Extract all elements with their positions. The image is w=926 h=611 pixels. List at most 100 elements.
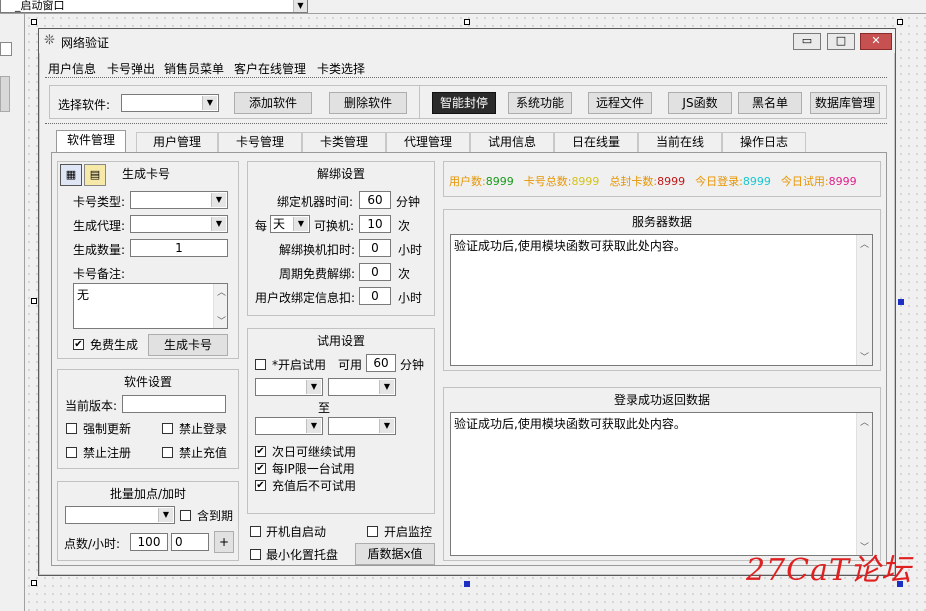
monitor-checkbox[interactable] (367, 526, 378, 537)
login-data-scrollbar[interactable]: ︿ ﹀ (856, 413, 872, 555)
card-print-icon[interactable]: ▤ (84, 164, 106, 186)
bind-time-label: 绑定机器时间: (277, 195, 354, 209)
autostart-checkbox[interactable] (250, 526, 261, 537)
trial-minutes-input[interactable]: 60 (366, 354, 396, 372)
stat-item: 卡号总数:8999 (524, 175, 600, 188)
shield-data-button[interactable]: 盾数据x值 (355, 543, 435, 565)
menu-card-type[interactable]: 卡类选择 (317, 60, 365, 77)
tab-software-manage[interactable]: 软件管理 (56, 130, 126, 154)
js-function-button[interactable]: JS函数 (668, 92, 732, 114)
enable-trial-checkbox[interactable] (255, 359, 266, 370)
free-generate-checkbox[interactable]: ✔ (73, 339, 84, 350)
deduct-label: 解绑换机扣时: (279, 243, 356, 257)
batch-add-title: 批量加点/加时 (109, 487, 187, 501)
trial-start-date-select[interactable]: ▼ (255, 378, 323, 396)
trial-end-time-select[interactable]: ▼ (328, 417, 396, 435)
tab-user-manage[interactable]: 用户管理 (136, 132, 218, 152)
deduct-input[interactable]: 0 (359, 239, 391, 257)
trial-start-time-select[interactable]: ▼ (328, 378, 396, 396)
note-scrollbar[interactable]: ︿ ﹀ (213, 284, 227, 328)
agent-select[interactable]: ▼ (130, 215, 228, 233)
tab-bar: 软件管理 用户管理 卡号管理 卡类管理 代理管理 试用信息 日在线量 当前在线 … (56, 130, 888, 154)
selection-handle-active[interactable] (898, 299, 904, 305)
delete-software-button[interactable]: 删除软件 (329, 92, 407, 114)
bind-time-input[interactable]: 60 (359, 191, 391, 209)
server-data-scrollbar[interactable]: ︿ ﹀ (856, 235, 872, 365)
ide-left-scrollbar[interactable] (0, 76, 10, 112)
menu-user-info[interactable]: 用户信息 (48, 60, 96, 77)
stat-label: 今日登录: (695, 175, 743, 188)
tab-agent-manage[interactable]: 代理管理 (386, 132, 470, 152)
generate-card-button[interactable]: 生成卡号 (148, 334, 228, 356)
trial-end-date-select[interactable]: ▼ (255, 417, 323, 435)
stat-item: 今日试用:8999 (781, 175, 857, 188)
batch-add-group: 批量加点/加时 ▼ 含到期 点数/小时: 100 0 + (57, 481, 239, 561)
stat-label: 用户数: (449, 175, 486, 188)
tab-operation-log[interactable]: 操作日志 (722, 132, 806, 152)
software-settings-title: 软件设置 (123, 375, 172, 389)
selection-handle[interactable] (31, 19, 37, 25)
add-software-button[interactable]: 添加软件 (234, 92, 312, 114)
to-label: 至 (317, 401, 330, 415)
selection-handle[interactable] (464, 19, 470, 25)
disable-recharge-checkbox[interactable] (162, 447, 173, 458)
points-value-2[interactable]: 0 (171, 533, 209, 551)
include-expired-checkbox[interactable] (180, 510, 191, 521)
next-day-checkbox[interactable]: ✔ (255, 446, 266, 457)
tab-trial-info[interactable]: 试用信息 (470, 132, 554, 152)
ide-window-selector-value: _启动窗口 (15, 0, 65, 12)
tray-checkbox[interactable] (250, 549, 261, 560)
period-select[interactable]: 天 ▼ (270, 215, 310, 233)
selection-handle[interactable] (31, 580, 37, 586)
card-type-label: 卡号类型: (73, 195, 126, 209)
maximize-button[interactable]: □ (827, 33, 855, 50)
selection-handle-active[interactable] (464, 581, 470, 587)
ide-left-combo[interactable] (0, 42, 12, 56)
chevron-down-icon: ▼ (211, 193, 226, 207)
disable-register-checkbox[interactable] (66, 447, 77, 458)
switch-input[interactable]: 10 (359, 215, 391, 233)
enable-trial-label: *开启试用 (272, 358, 327, 372)
count-input[interactable]: 1 (130, 239, 228, 257)
menu-card-popup[interactable]: 卡号弹出 (107, 60, 155, 77)
tab-current-online[interactable]: 当前在线 (638, 132, 722, 152)
server-data-textarea[interactable]: 验证成功后,使用模块函数可获取此处内容。 ︿ ﹀ (450, 234, 873, 366)
disable-login-checkbox[interactable] (162, 423, 173, 434)
menu-online-clients[interactable]: 客户在线管理 (234, 60, 306, 77)
menu-sales[interactable]: 销售员菜单 (164, 60, 224, 77)
card-type-select[interactable]: ▼ (130, 191, 228, 209)
software-select[interactable]: ▼ (121, 94, 219, 112)
version-input[interactable] (122, 395, 226, 413)
title-bar: ❊ 网络验证 ▭ □ ✕ (39, 29, 895, 53)
free-unbind-input[interactable]: 0 (359, 263, 391, 281)
ide-window-selector[interactable]: _启动窗口 ▼ (0, 0, 308, 13)
tab-card-type-manage[interactable]: 卡类管理 (302, 132, 386, 152)
system-function-button[interactable]: 系统功能 (508, 92, 572, 114)
remote-file-button[interactable]: 远程文件 (588, 92, 652, 114)
smart-ban-button[interactable]: 智能封停 (432, 92, 496, 114)
tab-card-manage[interactable]: 卡号管理 (218, 132, 302, 152)
blacklist-button[interactable]: 黑名单 (738, 92, 802, 114)
after-recharge-label: 充值后不可试用 (272, 479, 357, 493)
menu-bar: 用户信息 卡号弹出 销售员菜单 客户在线管理 卡类选择 (39, 57, 895, 77)
close-button[interactable]: ✕ (860, 33, 892, 50)
selection-handle[interactable] (897, 19, 903, 25)
login-data-textarea[interactable]: 验证成功后,使用模块函数可获取此处内容。 ︿ ﹀ (450, 412, 873, 556)
chevron-down-icon: ▼ (158, 508, 173, 522)
selection-handle[interactable] (31, 298, 37, 304)
database-manage-button[interactable]: 数据库管理 (810, 92, 880, 114)
add-points-button[interactable]: + (214, 531, 234, 553)
tab-daily-online[interactable]: 日在线量 (554, 132, 638, 152)
batch-card-type-select[interactable]: ▼ (65, 506, 175, 524)
stats-row: 用户数:8999 卡号总数:8999 总封卡数:8999 今日登录:8999 今日试用:… (449, 173, 867, 189)
switch-unit: 次 (398, 219, 411, 233)
minimize-button[interactable]: ▭ (793, 33, 821, 50)
card-list-icon[interactable]: ▦ (60, 164, 82, 186)
note-textarea[interactable]: 无 ︿ ﹀ (73, 283, 228, 329)
points-value-1[interactable]: 100 (130, 533, 168, 551)
force-update-checkbox[interactable] (66, 423, 77, 434)
per-ip-checkbox[interactable]: ✔ (255, 463, 266, 474)
chevron-down-icon[interactable]: ▼ (293, 0, 307, 12)
user-change-input[interactable]: 0 (359, 287, 391, 305)
after-recharge-checkbox[interactable]: ✔ (255, 480, 266, 491)
